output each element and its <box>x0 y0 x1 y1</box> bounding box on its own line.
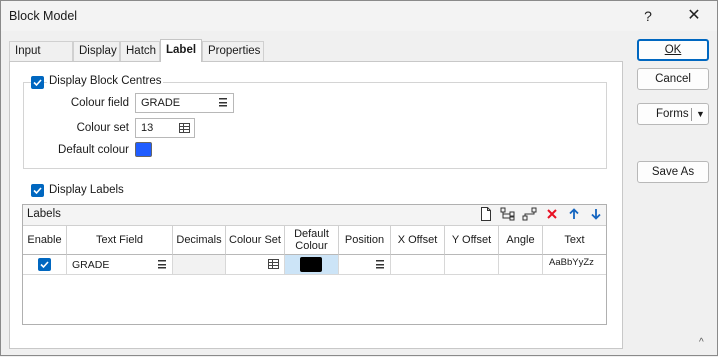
colour-set-input[interactable]: 13 <box>135 118 195 138</box>
col-header-position[interactable]: Position <box>339 226 391 255</box>
col-header-default-colour[interactable]: Default Colour <box>285 226 339 255</box>
menu-icon[interactable] <box>219 98 227 107</box>
cell-position[interactable] <box>339 255 391 275</box>
move-down-icon[interactable] <box>587 207 604 224</box>
colour-field-value: GRADE <box>141 97 181 109</box>
cell-angle[interactable] <box>499 255 543 275</box>
cell-x-offset[interactable] <box>391 255 445 275</box>
col-header-colour-set[interactable]: Colour Set <box>226 226 285 255</box>
table-icon[interactable] <box>179 123 190 133</box>
display-labels-label: Display Labels <box>47 184 126 196</box>
col-header-text-field[interactable]: Text Field <box>67 226 173 255</box>
display-labels-checkbox[interactable] <box>31 184 44 197</box>
col-header-text[interactable]: Text <box>543 226 606 255</box>
cell-enable[interactable] <box>23 255 67 275</box>
grid-toolbar: Labels <box>23 205 606 226</box>
col-header-y-offset[interactable]: Y Offset <box>445 226 499 255</box>
cell-colour-set[interactable] <box>226 255 285 275</box>
labels-grid: Labels Enable Text Field Decimals Colour… <box>22 204 607 325</box>
cell-text-field[interactable]: GRADE <box>67 255 173 275</box>
row-enable-checkbox[interactable] <box>38 258 51 271</box>
default-colour-swatch[interactable] <box>135 142 152 157</box>
colour-set-label: Colour set <box>76 122 129 134</box>
cell-text-field-value: GRADE <box>72 259 110 271</box>
colour-field-input[interactable]: GRADE <box>135 93 234 113</box>
default-colour-swatch[interactable] <box>300 257 322 272</box>
table-icon[interactable] <box>268 259 279 269</box>
default-colour-label: Default colour <box>58 144 129 156</box>
cell-text-preview: AaBbYyZz <box>549 257 594 268</box>
colour-field-label: Colour field <box>70 97 129 109</box>
block-model-dialog: Block Model ? ✕ Input Data Display Hatch… <box>0 0 718 356</box>
cell-text[interactable]: AaBbYyZz <box>543 255 606 275</box>
col-header-enable[interactable]: Enable <box>23 226 67 255</box>
move-up-icon[interactable] <box>565 207 582 224</box>
colour-set-value: 13 <box>141 122 154 134</box>
display-block-centres-checkbox[interactable] <box>31 76 44 89</box>
cell-default-colour[interactable] <box>285 255 339 275</box>
cell-decimals[interactable] <box>173 255 226 275</box>
grid-title: Labels <box>27 208 61 220</box>
menu-icon[interactable] <box>158 260 166 269</box>
tree-insert-icon[interactable] <box>521 207 538 224</box>
tree-add-icon[interactable] <box>499 207 516 224</box>
col-header-decimals[interactable]: Decimals <box>173 226 226 255</box>
tab-label[interactable]: Label <box>160 39 202 62</box>
col-header-x-offset[interactable]: X Offset <box>391 226 445 255</box>
menu-icon[interactable] <box>376 260 384 269</box>
new-file-icon[interactable] <box>477 207 494 224</box>
checkmark-icon <box>33 187 42 195</box>
checkmark-icon <box>40 261 49 269</box>
display-block-centres-label: Display Block Centres <box>47 75 164 87</box>
checkmark-icon <box>33 79 42 87</box>
delete-icon[interactable] <box>543 207 560 224</box>
cell-y-offset[interactable] <box>445 255 499 275</box>
col-header-angle[interactable]: Angle <box>499 226 543 255</box>
